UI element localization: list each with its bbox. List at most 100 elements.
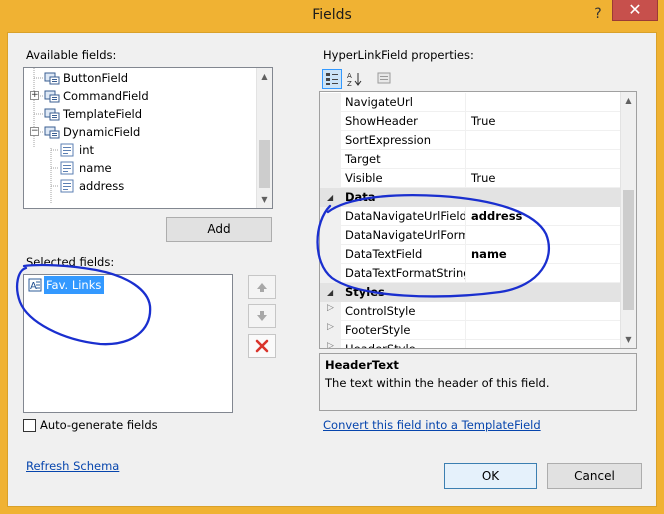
help-button[interactable]: ? [586,4,610,24]
property-value-input[interactable] [467,150,620,169]
svg-text:A: A [347,72,352,80]
row-gutter [320,93,341,112]
property-value-input[interactable] [467,131,620,150]
available-field-label: name [79,161,112,175]
scroll-down-arrow-icon[interactable]: ▼ [257,191,272,208]
property-row[interactable]: Target [320,150,620,169]
property-row[interactable]: DataNavigateUrlFields address [320,207,620,226]
available-field-label: int [79,143,94,157]
ok-button[interactable]: OK [444,463,537,489]
description-title: HeaderText [325,358,399,372]
property-row[interactable]: DataTextField name [320,245,620,264]
description-text: The text within the header of this field… [325,376,550,390]
available-fields-scrollbar[interactable]: ▲ ▼ [256,68,272,208]
property-value-input[interactable] [467,264,620,283]
available-field-item[interactable]: DynamicField [44,123,140,141]
scroll-thumb[interactable] [623,190,634,310]
scroll-down-arrow-icon[interactable]: ▼ [621,331,636,348]
property-value-input[interactable] [467,340,620,348]
property-name: DataNavigateUrlFormatString [341,226,466,245]
move-down-button[interactable] [248,304,276,328]
property-name: HeaderStyle [341,340,466,348]
scroll-up-arrow-icon[interactable]: ▲ [621,92,636,109]
property-pages-button[interactable] [374,69,394,89]
property-value-input[interactable]: address [467,207,620,226]
collapse-triangle-icon[interactable]: ◢ [327,188,333,207]
property-value-input[interactable] [467,93,620,112]
selected-field-item[interactable]: Fav. Links [44,276,105,294]
property-value-input[interactable] [467,302,620,321]
available-field-item[interactable]: TemplateField [44,105,142,123]
available-fields-tree[interactable]: ButtonField CommandField + TemplateField Dyn… [23,67,273,209]
delete-field-button[interactable] [248,334,276,358]
property-category-data[interactable]: ◢ Data [320,188,620,207]
move-up-button[interactable] [248,275,276,299]
available-field-label: TemplateField [63,107,143,121]
collapse-triangle-icon[interactable]: ◢ [327,283,333,302]
dialog-client-area: Available fields: ButtonField CommandFiel… [7,32,657,507]
property-value-input[interactable]: name [467,245,620,264]
sort-az-icon: AZ [347,72,362,88]
property-row[interactable]: ShowHeader True [320,112,620,131]
title-bar[interactable]: Fields ? ✕ [0,0,664,32]
available-field-label: ButtonField [63,71,129,85]
available-field-label: address [79,179,125,193]
close-button[interactable]: ✕ [612,0,658,21]
properties-label: HyperLinkField properties: [323,48,474,62]
refresh-schema-link[interactable]: Refresh Schema [26,459,119,473]
available-field-item[interactable]: name [60,159,112,177]
scroll-thumb[interactable] [259,140,270,188]
property-row[interactable]: SortExpression [320,131,620,150]
selected-fields-label: Selected fields: [26,255,115,269]
available-fields-label: Available fields: [26,48,117,62]
property-value-input[interactable] [467,226,620,245]
property-row[interactable]: ▷ HeaderStyle [320,340,620,348]
field-icon [60,143,76,157]
property-name: ShowHeader [341,112,466,131]
property-description-panel: HeaderText The text within the header of… [319,353,637,411]
property-row[interactable]: DataNavigateUrlFormatString [320,226,620,245]
row-gutter [320,112,341,131]
expand-icon[interactable]: + [30,91,39,100]
available-field-item[interactable]: address [60,177,124,195]
selected-fields-list[interactable]: A Fav. Links [23,274,233,413]
collapse-icon[interactable]: − [30,127,39,136]
categorized-view-button[interactable] [322,69,342,89]
property-name: SortExpression [341,131,466,150]
property-category-styles[interactable]: ◢ Styles [320,283,620,302]
scroll-up-arrow-icon[interactable]: ▲ [257,68,272,85]
field-icon [60,179,76,193]
fields-dialog-window: Fields ? ✕ Available fields: ButtonField… [0,0,664,514]
expand-triangle-icon[interactable]: ▷ [327,322,334,332]
property-row[interactable]: ▷ FooterStyle [320,321,620,340]
alphabetical-view-button[interactable]: AZ [345,69,365,89]
property-value-input[interactable]: True [467,112,620,131]
convert-to-templatefield-link[interactable]: Convert this field into a TemplateField [323,418,541,432]
auto-generate-checkbox[interactable] [23,419,36,432]
add-button[interactable]: Add [166,217,272,242]
row-gutter [320,169,341,188]
property-row[interactable]: DataTextFormatString [320,264,620,283]
property-row[interactable]: ▷ ControlStyle [320,302,620,321]
row-gutter: ▷ [320,302,341,321]
row-gutter: ▷ [320,321,341,340]
property-grid-scrollbar[interactable]: ▲ ▼ [620,92,636,348]
window-title: Fields [312,7,352,23]
available-field-item[interactable]: int [60,141,94,159]
available-field-item[interactable]: ButtonField [44,69,128,87]
property-value-input[interactable] [467,321,620,340]
arrow-up-icon [257,283,267,292]
auto-generate-label: Auto-generate fields [40,418,158,432]
expand-triangle-icon[interactable]: ▷ [327,341,334,348]
cancel-button[interactable]: Cancel [547,463,642,489]
property-name: Target [341,150,466,169]
available-field-item[interactable]: CommandField [44,87,149,105]
property-value-input[interactable]: True [467,169,620,188]
property-row[interactable]: Visible True [320,169,620,188]
property-grid[interactable]: NavigateUrl ShowHeader True SortExpression T… [319,91,637,349]
expand-triangle-icon[interactable]: ▷ [327,303,334,313]
row-gutter [320,150,341,169]
property-row[interactable]: NavigateUrl [320,93,620,112]
property-name: DataTextField [341,245,466,264]
arrow-down-icon [257,311,267,321]
